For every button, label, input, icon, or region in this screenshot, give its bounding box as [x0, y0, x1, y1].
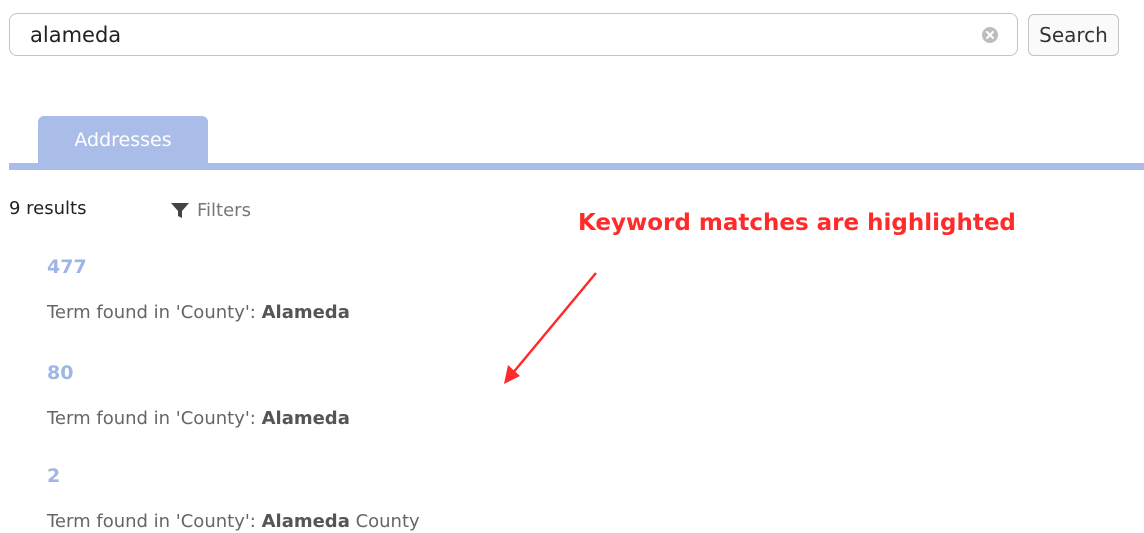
result-count: 9 results [9, 198, 87, 219]
funnel-icon [169, 199, 191, 221]
result-id-link[interactable]: 80 [47, 362, 73, 384]
clear-icon[interactable] [981, 26, 999, 44]
result-item: 80 Term found in 'County': Alameda [47, 362, 350, 429]
filters-label: Filters [197, 199, 251, 221]
tab-underline [9, 163, 1144, 170]
result-item: 477 Term found in 'County': Alameda [47, 256, 350, 323]
result-description: Term found in 'County': Alameda County [47, 511, 420, 532]
result-prefix: Term found in 'County': [47, 511, 262, 532]
result-suffix: County [349, 511, 420, 532]
tab-addresses[interactable]: Addresses [38, 116, 208, 164]
annotation-arrow [504, 272, 597, 384]
result-id-link[interactable]: 477 [47, 256, 87, 278]
result-prefix: Term found in 'County': [47, 408, 262, 429]
result-description: Term found in 'County': Alameda [47, 408, 350, 429]
search-input[interactable] [30, 14, 960, 55]
result-match: Alameda [261, 408, 350, 429]
result-description: Term found in 'County': Alameda [47, 302, 350, 323]
result-item: 2 Term found in 'County': Alameda County [47, 465, 420, 532]
result-id-link[interactable]: 2 [47, 465, 60, 487]
annotation-text: Keyword matches are highlighted [578, 210, 1016, 236]
search-results-page: Search Addresses 9 results Filters Keywo… [0, 0, 1144, 533]
search-button[interactable]: Search [1028, 14, 1119, 56]
result-match: Alameda [261, 302, 350, 323]
result-match: Alameda [261, 511, 350, 532]
search-box [9, 13, 1018, 56]
result-prefix: Term found in 'County': [47, 302, 262, 323]
filters-button[interactable]: Filters [169, 196, 251, 224]
